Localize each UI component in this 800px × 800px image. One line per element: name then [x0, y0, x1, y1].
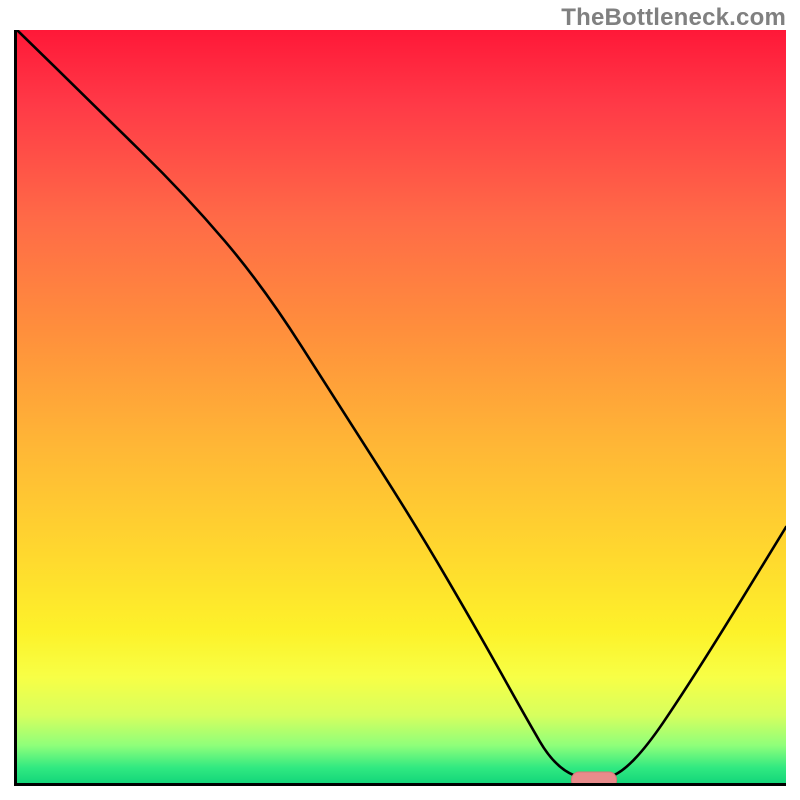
optimal-marker [571, 772, 617, 787]
watermark-text: TheBottleneck.com [561, 4, 786, 32]
chart-curve-svg [17, 30, 786, 783]
chart-plot-area [14, 30, 786, 786]
bottleneck-curve-path [17, 30, 786, 779]
